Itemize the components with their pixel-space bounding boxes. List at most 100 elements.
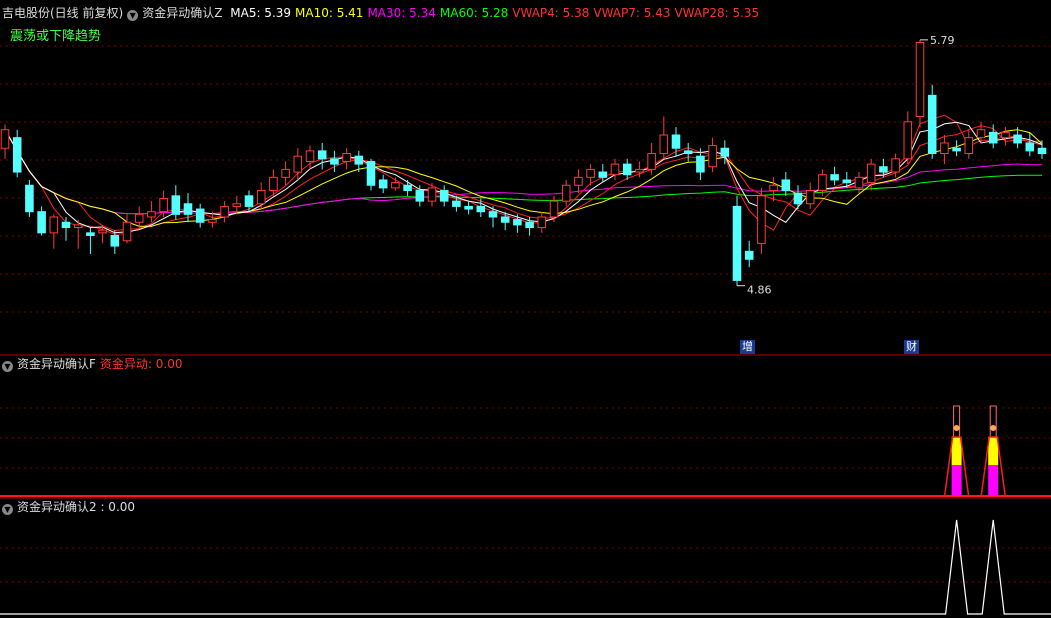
candle-body [232, 203, 242, 207]
ma-legend-item: VWAP28: 5.35 [674, 6, 760, 20]
ma-legend-item: VWAP7: 5.43 [593, 6, 671, 20]
panel2-value: 资金异动: 0.00 [99, 357, 183, 371]
candle-body [147, 211, 156, 218]
candle-body [391, 182, 400, 189]
hand-icon [953, 425, 960, 431]
trend-label: 震荡或下降趋势 [10, 29, 102, 44]
candle-body [378, 179, 388, 189]
candle-body [683, 150, 693, 155]
signal-f-bar-outline [989, 405, 997, 438]
candle-body [720, 147, 730, 157]
candle-body [927, 94, 937, 155]
ma-legend-item: VWAP4: 5.38 [512, 6, 590, 20]
candle-body [537, 216, 547, 229]
signal-f-bar-yellow [951, 437, 962, 465]
candle-body [1001, 131, 1010, 139]
candle-body [354, 155, 364, 165]
candle-body [220, 205, 229, 218]
candle-body [0, 129, 10, 149]
candle-body [635, 168, 644, 173]
candle-body [854, 176, 864, 189]
main-header: 吉电股份(日线 前复权) ▼ 资金异动确认Z MA5: 5.39 MA10: 5.41… [2, 5, 767, 21]
candle-body [610, 163, 620, 176]
candle-body [647, 153, 656, 170]
candle-body [805, 190, 815, 205]
candle-body [586, 168, 595, 178]
max-price-label: 5.79 [930, 34, 955, 47]
min-price-label: 4.86 [747, 284, 772, 297]
candle-body [781, 179, 791, 192]
candle-body [830, 174, 839, 181]
candle-body [976, 129, 986, 139]
candle-body [159, 197, 168, 213]
signal-f-bar-magenta [988, 465, 999, 496]
chevron-down-icon[interactable]: ▼ [2, 361, 13, 372]
candle-body [37, 211, 46, 234]
ma-legend-item: MA10: 5.41 [295, 6, 364, 20]
ma-legend-item: MA60: 5.28 [439, 6, 509, 20]
candle-body [488, 211, 498, 218]
ma-legend-item: MA5: 5.39 [230, 6, 292, 20]
signal-f-bar-outline [953, 405, 961, 438]
candle-body [256, 190, 266, 205]
candle-body [134, 213, 144, 223]
candle-body [452, 200, 461, 207]
candle-body [708, 145, 717, 168]
stock-title[interactable]: 吉电股份(日线 前复权) [2, 6, 123, 20]
vwap4-line [4, 114, 1043, 235]
candle-body [73, 224, 83, 229]
candle-body [1037, 147, 1047, 155]
panel3-title[interactable]: 资金异动确认2 : 0.00 [17, 500, 135, 514]
candle-body [879, 166, 888, 173]
candle-body [427, 187, 437, 202]
candle-body [464, 205, 473, 210]
candle-body [183, 203, 193, 215]
candle-body [769, 184, 778, 192]
candle-body [195, 208, 205, 223]
candle-body [293, 155, 303, 173]
candle-body [1013, 134, 1022, 144]
candle-body [269, 176, 278, 192]
panel2-header: ▼ 资金异动确认F 资金异动: 0.00 [2, 356, 186, 372]
candle-body [964, 137, 974, 155]
candle-body [1025, 142, 1035, 152]
candle-body [110, 234, 120, 247]
candle-body [12, 137, 22, 173]
candle-body [561, 184, 571, 202]
candle-body [476, 205, 486, 213]
candle-body [366, 160, 376, 186]
panel2-title[interactable]: 资金异动确认F [17, 357, 96, 371]
tag-zeng[interactable]: 增 [740, 340, 755, 354]
candle-body [525, 221, 534, 229]
chevron-down-icon[interactable]: ▼ [127, 10, 139, 21]
kline-chart[interactable]: 5.79 4.86 [0, 0, 1051, 618]
panel3-header: ▼ 资金异动确认2 : 0.00 [2, 499, 139, 515]
indicator-name[interactable]: 资金异动确认Z [142, 6, 222, 20]
candle-body [403, 184, 412, 192]
candle-body [988, 131, 998, 144]
candle-body [793, 192, 803, 205]
candle-body [86, 232, 95, 236]
chevron-down-icon[interactable]: ▼ [2, 504, 13, 515]
candle-body [330, 158, 339, 165]
candle-body [281, 168, 290, 178]
candle-body [866, 163, 876, 184]
signal-2-line [0, 519, 1051, 615]
candle-body [574, 176, 583, 186]
candle-body [891, 158, 900, 173]
candle-body [500, 216, 510, 223]
candle-body [317, 150, 327, 160]
candle-body [549, 200, 559, 218]
candle-body [757, 195, 766, 244]
ma-legend-item: MA30: 5.34 [367, 6, 436, 20]
candle-body [244, 195, 254, 207]
candle-body [305, 150, 315, 162]
candle-body [842, 179, 852, 184]
ma5-line [4, 121, 1043, 234]
tag-cai[interactable]: 财 [904, 340, 919, 354]
candle-body [940, 142, 949, 155]
candle-body [903, 121, 913, 160]
candle-body [598, 171, 608, 178]
candle-body [98, 229, 107, 234]
candle-body [49, 216, 59, 234]
